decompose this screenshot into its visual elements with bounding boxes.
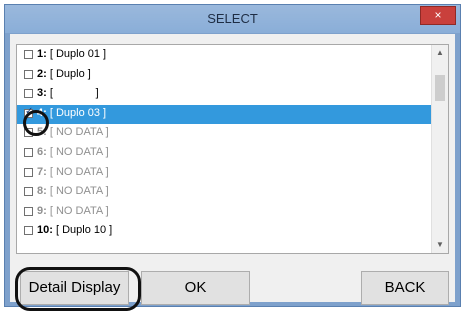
item-text: [ NO DATA ] bbox=[49, 185, 109, 198]
item-label: 8: [ NO DATA ] bbox=[37, 185, 109, 197]
item-text: [ Duplo ] bbox=[49, 67, 91, 80]
item-checkbox[interactable] bbox=[24, 206, 33, 216]
dialog-title: SELECT bbox=[207, 11, 258, 26]
item-label: 3: [ ] bbox=[37, 87, 99, 99]
dialog-body: 1: [ Duplo 01 ]2: [ Duplo ]3: [ ]4: [ Du… bbox=[10, 34, 455, 305]
chevron-down-icon[interactable]: ▼ bbox=[432, 237, 448, 253]
item-label: 1: [ Duplo 01 ] bbox=[37, 48, 106, 60]
list-item[interactable]: 5: [ NO DATA ] bbox=[17, 124, 433, 143]
title-bar[interactable]: SELECT × bbox=[5, 5, 460, 33]
item-label: 10: [ Duplo 10 ] bbox=[37, 224, 112, 236]
item-label: 7: [ NO DATA ] bbox=[37, 166, 109, 178]
close-button[interactable]: × bbox=[420, 6, 456, 25]
item-number: 9: bbox=[37, 204, 47, 217]
item-listbox[interactable]: 1: [ Duplo 01 ]2: [ Duplo ]3: [ ]4: [ Du… bbox=[16, 44, 449, 254]
item-text: [ Duplo 03 ] bbox=[49, 106, 107, 119]
item-text: [ Duplo 10 ] bbox=[55, 224, 113, 237]
list-item[interactable]: 3: [ ] bbox=[17, 85, 433, 104]
item-label: 6: [ NO DATA ] bbox=[37, 146, 109, 158]
item-number: 7: bbox=[37, 165, 47, 178]
item-number: 3: bbox=[37, 87, 47, 100]
item-text: [ NO DATA ] bbox=[49, 165, 109, 178]
item-number: 2: bbox=[37, 67, 47, 80]
list-item[interactable]: 4: [ Duplo 03 ] bbox=[17, 104, 433, 124]
item-number: 10: bbox=[37, 224, 53, 237]
item-number: 8: bbox=[37, 185, 47, 198]
item-text: [ NO DATA ] bbox=[49, 204, 109, 217]
list-item[interactable]: 2: [ Duplo ] bbox=[17, 66, 433, 85]
list-item[interactable]: 10: [ Duplo 10 ] bbox=[17, 222, 433, 241]
item-checkbox[interactable] bbox=[24, 50, 33, 59]
select-dialog: SELECT × 1: [ Duplo 01 ] 2: [ Duplo ] 3: [… bbox=[4, 4, 461, 311]
scroll-thumb[interactable] bbox=[435, 75, 445, 101]
item-text: [ NO DATA ] bbox=[49, 126, 109, 139]
back-button[interactable]: BACK bbox=[361, 271, 449, 305]
item-checkbox[interactable] bbox=[24, 69, 33, 79]
item-label: 2: [ Duplo ] bbox=[37, 68, 91, 80]
item-text: [ NO DATA ] bbox=[49, 146, 109, 158]
list-item[interactable]: 6: [ NO DATA ] bbox=[17, 144, 433, 163]
item-checkbox[interactable] bbox=[24, 187, 33, 197]
list-item[interactable]: 7: [ NO DATA ] bbox=[17, 164, 433, 183]
list-item[interactable]: 9: [ NO DATA ] bbox=[17, 203, 433, 222]
list-item[interactable]: 1: [ Duplo 01 ] bbox=[17, 46, 433, 65]
checkbox-highlight-ring bbox=[23, 110, 49, 136]
item-number: 1: bbox=[37, 48, 47, 60]
chevron-up-icon[interactable]: ▲ bbox=[432, 45, 448, 61]
detail-display-highlight-ring bbox=[15, 267, 141, 311]
item-number: 6: bbox=[37, 146, 47, 158]
vertical-scrollbar[interactable]: ▲ ▼ bbox=[431, 45, 448, 253]
item-label: 9: [ NO DATA ] bbox=[37, 205, 109, 217]
item-text: [ ] bbox=[49, 87, 99, 100]
item-text: [ Duplo 01 ] bbox=[49, 48, 107, 60]
item-checkbox[interactable] bbox=[24, 167, 33, 177]
ok-button[interactable]: OK bbox=[141, 271, 250, 305]
list-item[interactable]: 8: [ NO DATA ] bbox=[17, 183, 433, 202]
item-checkbox[interactable] bbox=[24, 148, 33, 157]
item-checkbox[interactable] bbox=[24, 89, 33, 99]
item-checkbox[interactable] bbox=[24, 226, 33, 236]
